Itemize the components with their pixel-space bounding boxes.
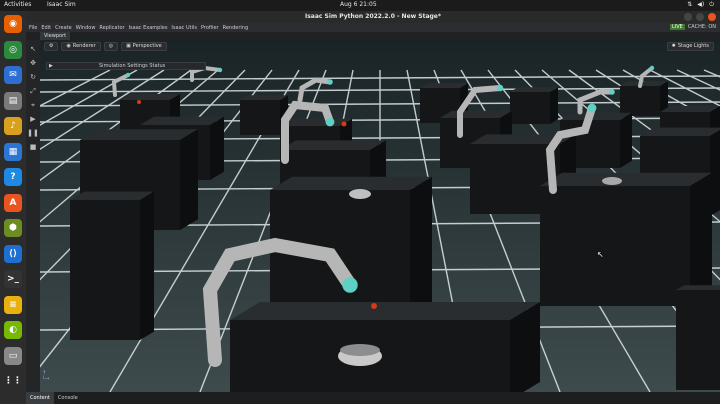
gripper[interactable] (342, 277, 358, 293)
table-block[interactable] (676, 285, 720, 390)
target-cube[interactable] (371, 303, 377, 309)
tool-column: ↖ ✥ ↻ ⤢ ⌖ ▶ ❚❚ ■ (26, 40, 40, 392)
table-block[interactable] (620, 81, 668, 116)
scene-render[interactable] (40, 40, 720, 392)
live-status[interactable]: LIVE CACHE: ON (669, 24, 716, 30)
camera-button[interactable]: ▣ Perspective (121, 42, 167, 51)
table-block[interactable] (70, 191, 154, 340)
light-icon: ✹ (671, 43, 676, 49)
gear-icon: ⚙ (49, 43, 54, 49)
menu-create[interactable]: Create (55, 25, 72, 31)
menu-bar: File Edit Create Window Replicator Isaac… (26, 23, 720, 32)
disk-icon[interactable]: ▭ (4, 346, 22, 365)
maximize-icon[interactable] (696, 13, 704, 21)
gnome-top-bar: Activities Isaac Sim Aug 6 21:05 ⇅ ◀) ⏻ (0, 0, 720, 11)
help-icon[interactable]: ? (4, 168, 22, 186)
live-badge[interactable]: LIVE (669, 24, 685, 30)
renderer-label: Renderer (72, 43, 96, 49)
stage-lights-button[interactable]: ✹ Stage Lights (666, 42, 714, 51)
table-block[interactable] (510, 87, 558, 124)
pause-icon[interactable]: ❚❚ (27, 128, 39, 138)
cache-status: CACHE: ON (687, 24, 716, 30)
close-icon[interactable] (708, 13, 716, 21)
gripper[interactable] (496, 84, 504, 92)
viewport-toolbar: ⚙ ◉ Renderer ◎ ▣ Perspective (44, 42, 167, 51)
power-icon: ⏻ (709, 1, 714, 8)
files-icon[interactable]: ▤ (4, 91, 22, 110)
volume-icon: ◀) (697, 1, 705, 8)
target-cube[interactable] (137, 100, 141, 104)
mouse-cursor-icon: ↖ (597, 250, 604, 259)
notes-icon[interactable]: ≡ (4, 295, 22, 314)
gripper[interactable] (125, 72, 131, 78)
gripper[interactable] (649, 65, 655, 71)
renderer-button[interactable]: ◉ Renderer (61, 42, 101, 51)
isaac-sim-window: Isaac Sim Python 2022.2.0 - New Stage* F… (26, 11, 720, 404)
clock[interactable]: Aug 6 21:05 (340, 1, 377, 8)
chrome-icon[interactable]: ◎ (4, 40, 22, 59)
viewport-3d[interactable]: ⚙ ◉ Renderer ◎ ▣ Perspective ✹ Stage Lights… (40, 40, 720, 392)
isaac-sim-icon[interactable]: ⬢ (4, 219, 22, 237)
software-icon[interactable]: A (4, 193, 22, 212)
bowl[interactable] (349, 189, 371, 199)
sim-status-title: Simulation Settings Status (99, 63, 166, 69)
camera-icon: ▣ (126, 43, 131, 49)
eye-icon: ◉ (66, 43, 71, 49)
simulation-settings-status-panel[interactable]: ▶ Simulation Settings Status (46, 62, 206, 70)
tab-console[interactable]: Console (54, 392, 82, 404)
scale-icon[interactable]: ⤢ (28, 86, 38, 96)
menu-file[interactable]: File (29, 25, 37, 31)
activities-button[interactable]: Activities (4, 1, 31, 8)
move-icon[interactable]: ✥ (28, 58, 38, 68)
menu-isaac-examples[interactable]: Isaac Examples (129, 25, 168, 31)
collapse-arrow-icon[interactable]: ▶ (49, 63, 53, 69)
terminal-icon[interactable]: >_ (4, 270, 22, 288)
snap-icon[interactable]: ⌖ (28, 100, 38, 110)
menu-edit[interactable]: Edit (41, 25, 51, 31)
tab-content[interactable]: Content (26, 392, 54, 404)
thunderbird-icon[interactable]: ✉ (4, 66, 22, 84)
axis-gizmo-icon: ↑ └→ (42, 370, 50, 382)
eye-icon: ◎ (108, 43, 114, 49)
gripper[interactable] (587, 103, 597, 113)
play-icon[interactable]: ▶ (28, 114, 38, 124)
table-block[interactable] (230, 302, 540, 392)
bowl[interactable] (602, 177, 622, 185)
vscode-icon[interactable]: ⟨⟩ (4, 244, 22, 263)
tab-viewport[interactable]: Viewport (40, 32, 71, 40)
menu-rendering[interactable]: Rendering (223, 25, 249, 31)
window-title: Isaac Sim Python 2022.2.0 - New Stage* (304, 13, 442, 20)
app-menu[interactable]: Isaac Sim (47, 1, 76, 8)
menu-window[interactable]: Window (76, 25, 96, 31)
menu-profiler[interactable]: Profiler (201, 25, 219, 31)
dock: ◉ ◎ ✉ ▤ ♪ ▦? A ⬢ ⟨⟩ >_ ≡ ◐ ▭ ⋮⋮ (0, 11, 26, 404)
stage-lights-label: Stage Lights (677, 43, 709, 49)
bottom-panel-tabs: Content Console (26, 392, 720, 404)
gripper[interactable] (609, 89, 615, 95)
perspective-label: Perspective (132, 43, 162, 49)
show-apps-icon[interactable]: ⋮⋮ (4, 372, 22, 390)
menu-isaac-utils[interactable]: Isaac Utils (171, 25, 197, 31)
network-icon: ⇅ (687, 1, 693, 8)
settings-button[interactable]: ⚙ (44, 42, 59, 51)
target-cube[interactable] (341, 121, 347, 127)
system-tray[interactable]: ⇅ ◀) ⏻ (687, 1, 714, 9)
gripper[interactable] (325, 117, 335, 127)
select-icon[interactable]: ↖ (28, 44, 38, 54)
minimize-icon[interactable] (684, 13, 692, 21)
menu-replicator[interactable]: Replicator (99, 25, 124, 31)
window-titlebar[interactable]: Isaac Sim Python 2022.2.0 - New Stage* (26, 11, 720, 23)
firefox-icon[interactable]: ◉ (4, 15, 22, 33)
rotate-icon[interactable]: ↻ (28, 72, 38, 82)
rhythmbox-icon[interactable]: ♪ (4, 117, 22, 135)
visibility-button[interactable]: ◎ (103, 42, 119, 51)
gripper[interactable] (217, 67, 223, 73)
libreoffice-icon[interactable]: ▦ (4, 142, 22, 161)
gripper[interactable] (327, 79, 333, 85)
nvidia-icon[interactable]: ◐ (4, 321, 22, 339)
stop-icon[interactable]: ■ (28, 142, 38, 152)
